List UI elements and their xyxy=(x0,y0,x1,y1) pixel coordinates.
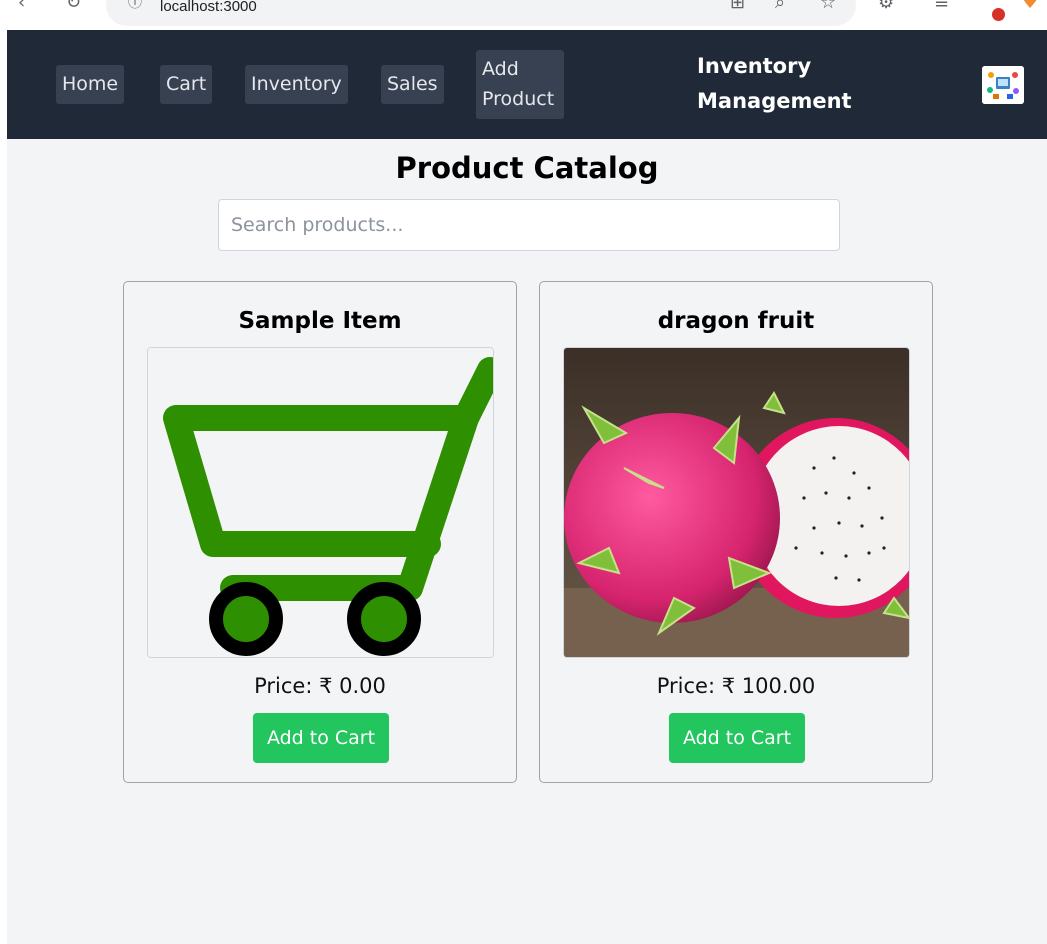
product-price: Price: ₹ 100.00 xyxy=(656,674,816,698)
product-price: Price: ₹ 0.00 xyxy=(254,674,386,698)
product-name: Sample Item xyxy=(238,308,402,334)
product-card: Sample Item Price: ₹ 0.00 Add to Cart xyxy=(123,281,517,783)
search-input[interactable] xyxy=(218,199,840,251)
nav-inventory-button[interactable]: Inventory xyxy=(245,65,348,104)
product-image xyxy=(147,347,494,658)
install-icon[interactable]: ⊞ xyxy=(730,0,745,12)
product-name: dragon fruit xyxy=(657,308,815,334)
back-icon[interactable]: ‹ xyxy=(18,0,25,12)
avatar[interactable] xyxy=(982,66,1024,104)
top-navbar: Home Cart Inventory Sales Add Product In… xyxy=(7,30,1047,139)
add-to-cart-button[interactable]: Add to Cart xyxy=(253,713,389,763)
inventory-logo-icon xyxy=(982,66,1024,104)
dragon-fruit-photo xyxy=(564,348,909,657)
nav-cart-button[interactable]: Cart xyxy=(160,65,213,104)
alert-badge-icon[interactable] xyxy=(992,8,1005,21)
reload-icon[interactable]: ↻ xyxy=(66,0,81,12)
product-image xyxy=(563,347,910,658)
product-card: dragon fruit Price: ₹ 100.00 Add to Cart xyxy=(539,281,933,783)
app-root: Home Cart Inventory Sales Add Product In… xyxy=(7,30,1047,944)
browser-toolbar: ‹ ↻ ⓘ localhost:3000 ⊞ ⌕ ☆ ⚙ ≡ ♥ xyxy=(0,0,1047,30)
nav-add-product-button[interactable]: Add Product xyxy=(476,50,564,119)
nav-home-button[interactable]: Home xyxy=(56,65,125,104)
extensions-icon[interactable]: ⚙ xyxy=(878,0,894,12)
profile-icon[interactable]: ♥ xyxy=(1022,0,1038,12)
page-title: Product Catalog xyxy=(395,151,659,185)
zoom-icon[interactable]: ⌕ xyxy=(775,0,785,12)
brand-title: Inventory Management xyxy=(697,54,852,113)
nav-sales-button[interactable]: Sales xyxy=(381,65,444,104)
add-to-cart-button[interactable]: Add to Cart xyxy=(669,713,805,763)
site-info-icon[interactable]: ⓘ xyxy=(128,0,142,10)
url-text: localhost:3000 xyxy=(160,0,257,15)
bookmark-icon[interactable]: ☆ xyxy=(820,0,836,12)
shopping-cart-icon xyxy=(148,348,493,657)
reading-list-icon[interactable]: ≡ xyxy=(934,0,949,12)
